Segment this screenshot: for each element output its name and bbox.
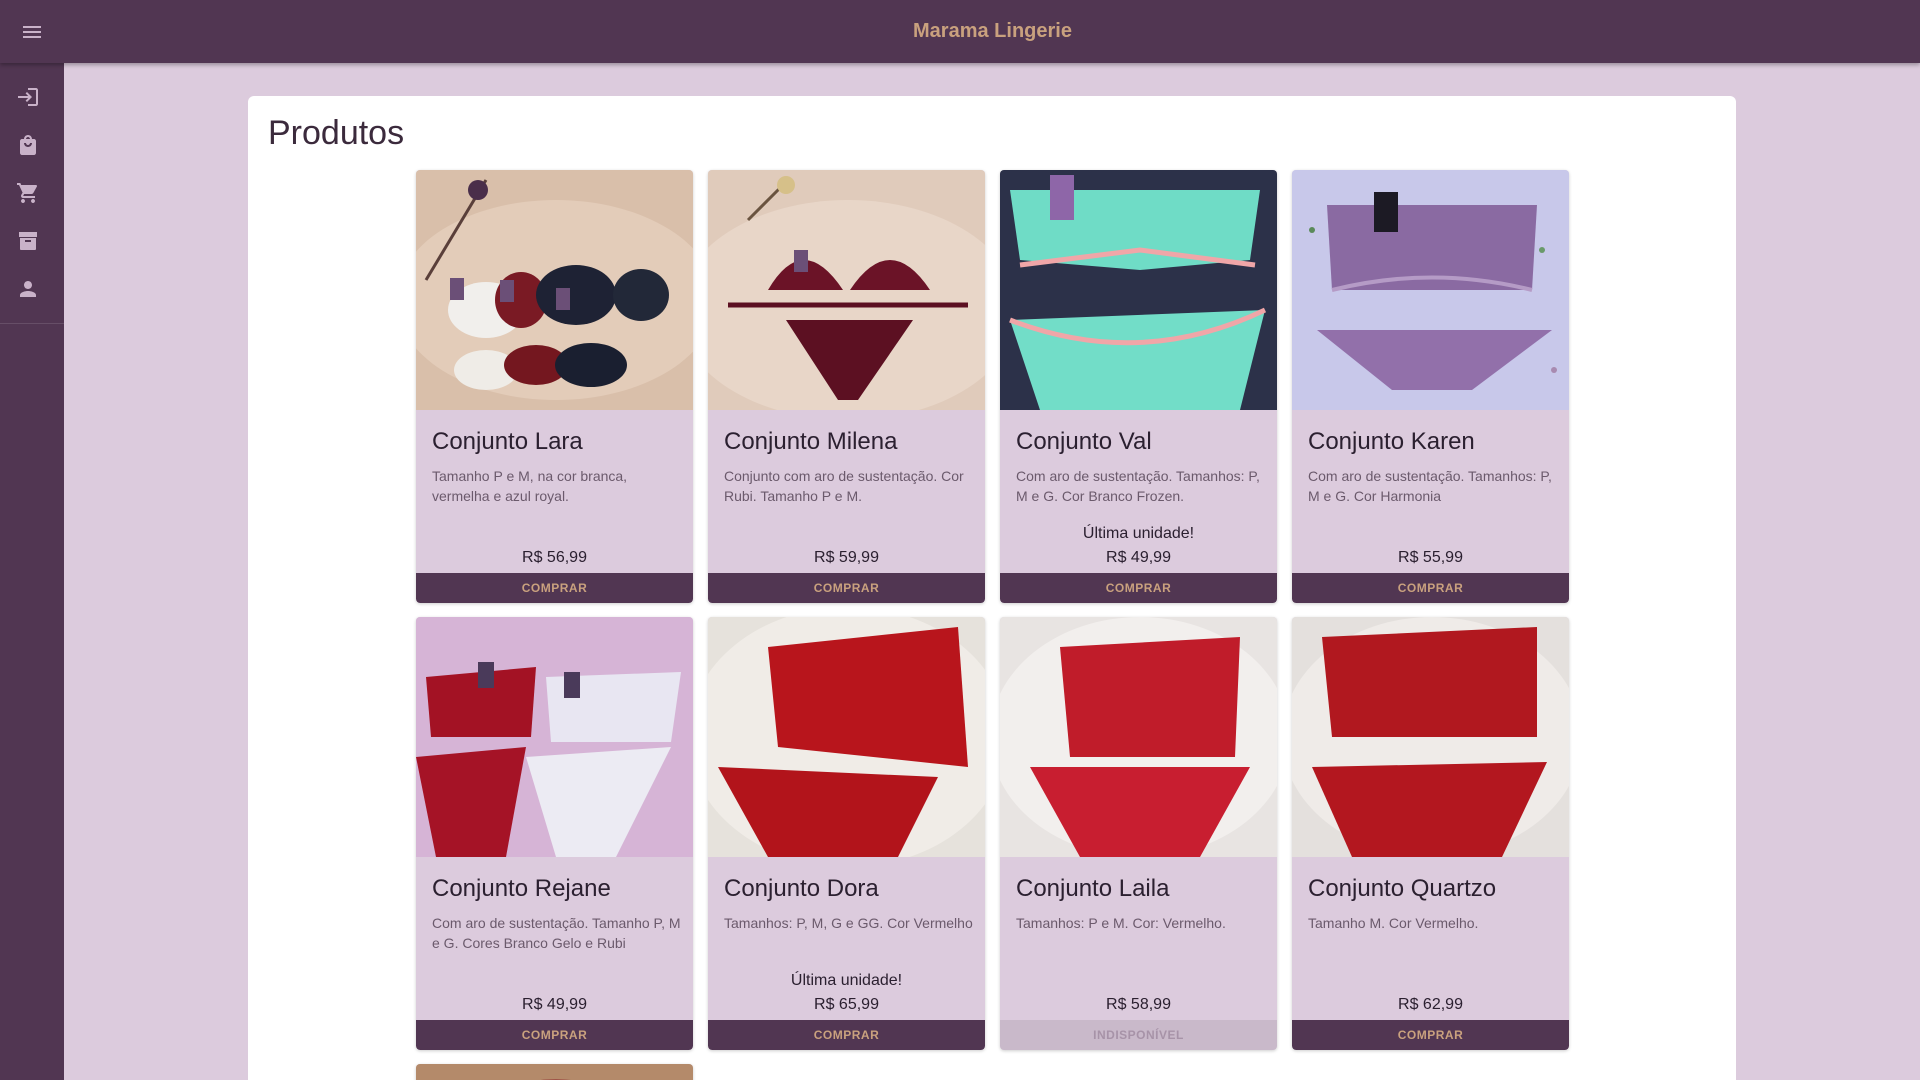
product-price: R$ 49,99 <box>1106 549 1171 566</box>
product-name: Conjunto Quartzo <box>1308 875 1497 902</box>
products-panel: Produtos Conjunto Lara Tamanho P e M, na… <box>248 96 1736 1080</box>
buy-button[interactable]: COMPRAR <box>1292 1020 1569 1050</box>
buy-button[interactable]: COMPRAR <box>1000 573 1277 603</box>
product-name: Conjunto Rejane <box>432 875 611 902</box>
product-description: Conjunto com aro de sustentação. Cor Rub… <box>724 468 964 504</box>
product-description: Com aro de sustentação. Tamanhos: P, M e… <box>1308 468 1552 504</box>
product-price: R$ 55,99 <box>1398 549 1463 566</box>
buy-button[interactable]: COMPRAR <box>708 573 985 603</box>
product-price: R$ 59,99 <box>814 549 879 566</box>
product-card-milena[interactable]: Conjunto Milena Conjunto com aro de sust… <box>708 170 985 603</box>
product-description: Tamanho P e M, na cor branca, vermelha e… <box>432 468 628 504</box>
product-description: Tamanho M. Cor Vermelho. <box>1308 915 1479 931</box>
sidebar-item-archive[interactable] <box>0 217 64 265</box>
shopping-bag-icon <box>20 135 36 155</box>
product-description: Com aro de sustentação. Tamanhos: P, M e… <box>1016 468 1260 504</box>
product-card-partial[interactable] <box>416 1064 693 1080</box>
buy-button[interactable]: COMPRAR <box>708 1020 985 1050</box>
product-name: Conjunto Dora <box>724 875 879 902</box>
product-card-laila[interactable]: Conjunto Laila Tamanhos: P e M. Cor: Ver… <box>1000 617 1277 1050</box>
login-icon <box>18 88 38 106</box>
product-image[interactable] <box>1292 170 1569 410</box>
sidebar-item-account[interactable] <box>0 265 64 313</box>
sidebar-item-cart[interactable] <box>0 169 64 217</box>
product-name: Conjunto Milena <box>724 428 898 455</box>
product-image[interactable] <box>416 617 693 857</box>
product-image[interactable] <box>708 617 985 857</box>
product-image[interactable] <box>1000 617 1277 857</box>
cart-icon <box>17 183 37 203</box>
product-card-val[interactable]: Conjunto Val Com aro de sustentação. Tam… <box>1000 170 1277 603</box>
product-image[interactable] <box>1292 617 1569 857</box>
product-description: Tamanhos: P, M, G e GG. Cor Vermelho <box>724 915 973 931</box>
person-icon <box>20 281 36 297</box>
product-card-quartzo[interactable]: Conjunto Quartzo Tamanho M. Cor Vermelho… <box>1292 617 1569 1050</box>
sidebar-item-login[interactable] <box>0 73 64 121</box>
buy-button[interactable]: COMPRAR <box>416 1020 693 1050</box>
unavailable-button: INDISPONÍVEL <box>1000 1020 1277 1050</box>
buy-button[interactable]: COMPRAR <box>1292 573 1569 603</box>
product-price: R$ 62,99 <box>1398 996 1463 1013</box>
product-name: Conjunto Lara <box>432 428 583 455</box>
menu-icon <box>23 26 41 38</box>
top-app-bar: Marama Lingerie <box>0 0 1920 63</box>
buy-button[interactable]: COMPRAR <box>416 573 693 603</box>
product-image[interactable] <box>708 170 985 410</box>
product-name: Conjunto Laila <box>1016 875 1170 902</box>
archive-icon <box>19 232 37 250</box>
app-title[interactable]: Marama Lingerie <box>913 20 1072 42</box>
product-name: Conjunto Val <box>1016 428 1152 455</box>
product-image[interactable] <box>416 170 693 410</box>
product-card-rejane[interactable]: Conjunto Rejane Com aro de sustentação. … <box>416 617 693 1050</box>
product-description: Com aro de sustentação. Tamanho P, M e G… <box>432 915 681 951</box>
product-price: R$ 56,99 <box>522 549 587 566</box>
product-card-lara[interactable]: Conjunto Lara Tamanho P e M, na cor bran… <box>416 170 693 603</box>
sidebar <box>0 63 64 1080</box>
product-image[interactable] <box>416 1064 693 1080</box>
sidebar-item-shopping-bag[interactable] <box>0 121 64 169</box>
sidebar-nav <box>0 63 64 324</box>
product-stock-note: Última unidade! <box>1082 525 1195 542</box>
product-name: Conjunto Karen <box>1308 428 1475 455</box>
product-image[interactable] <box>1000 170 1277 410</box>
product-card-karen[interactable]: Conjunto Karen Com aro de sustentação. T… <box>1292 170 1569 603</box>
menu-button[interactable] <box>14 16 50 48</box>
product-stock-note: Última unidade! <box>790 972 903 989</box>
page-title: Produtos <box>268 114 405 152</box>
product-price: R$ 58,99 <box>1106 996 1171 1013</box>
product-description: Tamanhos: P e M. Cor: Vermelho. <box>1016 915 1226 931</box>
product-price: R$ 65,99 <box>814 996 879 1013</box>
product-price: R$ 49,99 <box>522 996 587 1013</box>
product-card-dora[interactable]: Conjunto Dora Tamanhos: P, M, G e GG. Co… <box>708 617 985 1050</box>
